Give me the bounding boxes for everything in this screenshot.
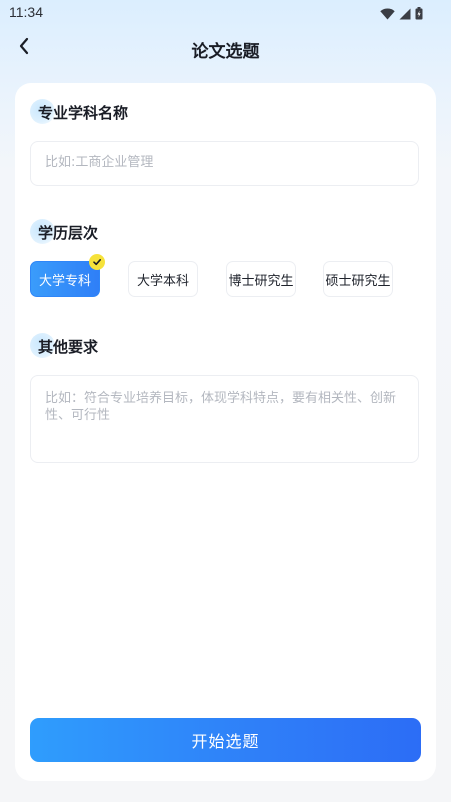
level-section-title: 学历层次 [30, 219, 99, 244]
requirements-label: 其他要求 [38, 338, 99, 356]
status-icons [380, 5, 423, 24]
form-card: 专业学科名称 比如:工商企业管理 学历层次 大学专科 大学本科 博士研究生 硕士… [15, 83, 436, 781]
major-section-title: 专业学科名称 [30, 99, 129, 124]
requirements-textarea[interactable]: 比如：符合专业培养目标，体现学科特点，要有相关性、创新性、可行性 [30, 375, 419, 463]
level-option-label: 大学专科 [38, 273, 91, 289]
page-title: 论文选题 [191, 42, 260, 62]
level-option-junior-college[interactable]: 大学专科 [30, 254, 105, 297]
level-label: 学历层次 [38, 224, 99, 242]
start-selection-button[interactable]: 开始选题 [30, 718, 421, 762]
check-icon [89, 254, 105, 270]
major-input[interactable]: 比如:工商企业管理 [30, 141, 419, 186]
start-selection-label: 开始选题 [191, 732, 260, 751]
status-bar: 11:34 [0, 0, 451, 26]
level-option-label: 博士研究生 [228, 273, 294, 289]
requirements-section-title: 其他要求 [30, 333, 99, 358]
level-option-master[interactable]: 硕士研究生 [323, 261, 393, 297]
wifi-icon [380, 5, 395, 24]
level-option-label: 硕士研究生 [325, 273, 391, 289]
cellular-signal-icon [399, 5, 411, 24]
level-option-bachelor[interactable]: 大学本科 [128, 261, 198, 297]
level-option-label: 大学本科 [136, 273, 189, 289]
battery-icon [415, 5, 423, 24]
status-time: 11:34 [9, 4, 43, 20]
major-label: 专业学科名称 [38, 104, 129, 122]
nav-bar: 论文选题 [0, 28, 451, 68]
level-option-doctorate[interactable]: 博士研究生 [226, 261, 296, 297]
major-input-placeholder: 比如:工商企业管理 [45, 155, 154, 170]
requirements-placeholder: 比如：符合专业培养目标，体现学科特点，要有相关性、创新性、可行性 [45, 391, 397, 423]
